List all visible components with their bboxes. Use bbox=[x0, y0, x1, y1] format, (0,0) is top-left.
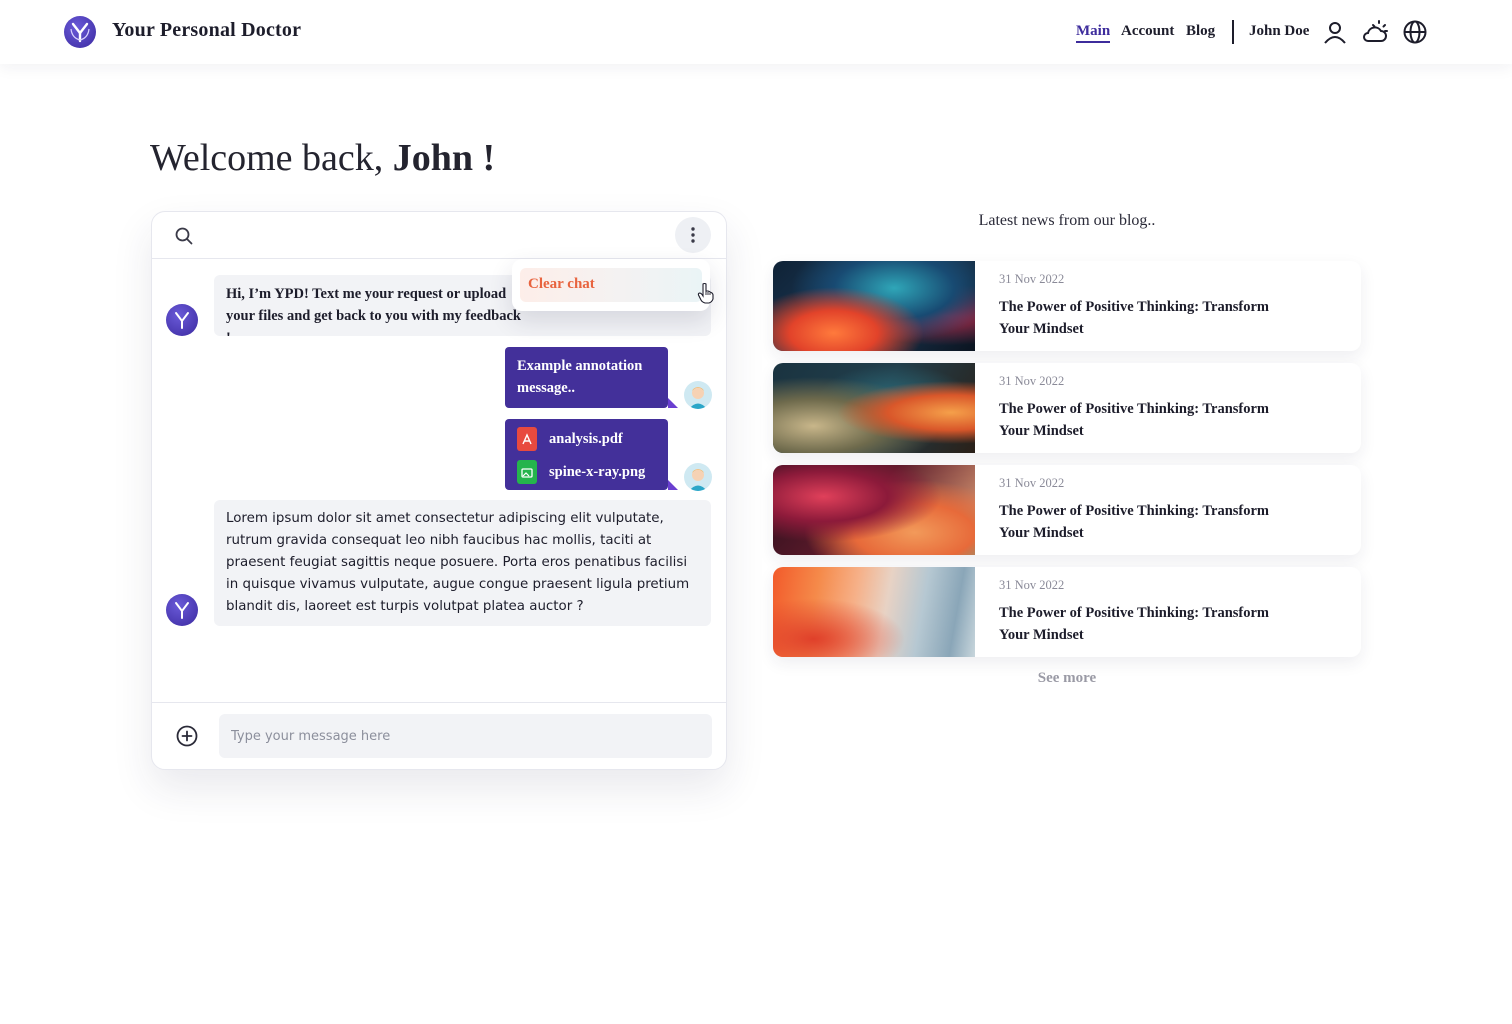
nav-main[interactable]: Main bbox=[1076, 23, 1111, 43]
bot-message-text: Hi, I’m YPD! Text me your request or upl… bbox=[226, 286, 521, 336]
bot-message-text: Lorem ipsum dolor sit amet consectetur a… bbox=[226, 511, 690, 614]
search-icon[interactable] bbox=[174, 226, 194, 251]
blog-card-date: 31 Nov 2022 bbox=[999, 272, 1065, 286]
nav-blog[interactable]: Blog bbox=[1186, 23, 1215, 40]
welcome-prefix: Welcome back, bbox=[150, 137, 384, 179]
welcome-name: John ! bbox=[392, 137, 496, 179]
blog-section-title: Latest news from our blog.. bbox=[978, 212, 1156, 229]
user-message-text: Example annotation message.. bbox=[517, 358, 643, 396]
bot-message: Lorem ipsum dolor sit amet consectetur a… bbox=[214, 500, 711, 626]
bot-avatar bbox=[166, 594, 198, 626]
blog-card-title: The Power of Positive Thinking: Transfor… bbox=[999, 299, 1270, 337]
blog-card-date: 31 Nov 2022 bbox=[999, 374, 1065, 388]
message-tail bbox=[668, 480, 678, 490]
chat-toolbar bbox=[152, 212, 726, 259]
blog-card-date: 31 Nov 2022 bbox=[999, 476, 1065, 490]
welcome-heading: Welcome back, John ! bbox=[150, 136, 495, 180]
user-message: Example annotation message.. bbox=[505, 347, 668, 408]
blog-card-image bbox=[773, 261, 975, 351]
chat-menu-button[interactable] bbox=[675, 217, 711, 253]
blog-card[interactable]: 31 Nov 2022 The Power of Positive Thinki… bbox=[773, 465, 1361, 555]
pdf-file-icon bbox=[517, 427, 537, 451]
message-tail bbox=[668, 398, 678, 408]
blog-card-image bbox=[773, 567, 975, 657]
clear-chat-label: Clear chat bbox=[528, 276, 595, 292]
nav-account[interactable]: Account bbox=[1121, 23, 1174, 40]
chat-menu-dropdown: Clear chat bbox=[512, 259, 710, 311]
brand-name[interactable]: Your Personal Doctor bbox=[112, 19, 301, 42]
nav-divider bbox=[1232, 20, 1234, 44]
blog-card-title: The Power of Positive Thinking: Transfor… bbox=[999, 503, 1270, 541]
user-name[interactable]: John Doe bbox=[1249, 23, 1309, 40]
weather-icon[interactable] bbox=[1362, 19, 1388, 45]
clear-chat-item[interactable]: Clear chat bbox=[520, 268, 702, 302]
blog-card[interactable]: 31 Nov 2022 The Power of Positive Thinki… bbox=[773, 363, 1361, 453]
user-icon[interactable] bbox=[1322, 19, 1348, 45]
hand-cursor-icon bbox=[697, 282, 715, 309]
see-more-link[interactable]: See more bbox=[773, 670, 1361, 687]
bot-avatar bbox=[166, 304, 198, 336]
blog-card[interactable]: 31 Nov 2022 The Power of Positive Thinki… bbox=[773, 567, 1361, 657]
attachment-pdf-name: analysis.pdf bbox=[549, 431, 623, 447]
blog-card-image bbox=[773, 363, 975, 453]
blog-card-image bbox=[773, 465, 975, 555]
globe-icon[interactable] bbox=[1402, 19, 1428, 45]
add-attachment-button[interactable] bbox=[176, 725, 198, 752]
ypd-logo-icon[interactable] bbox=[64, 16, 96, 48]
image-file-icon bbox=[517, 460, 537, 484]
user-avatar bbox=[684, 381, 712, 409]
attachment-image-name: spine-x-ray.png bbox=[549, 464, 646, 480]
user-avatar bbox=[684, 463, 712, 491]
blog-card-date: 31 Nov 2022 bbox=[999, 578, 1065, 592]
top-navbar: Your Personal Doctor Main Account Blog J… bbox=[0, 0, 1512, 64]
more-vertical-icon bbox=[691, 227, 695, 243]
chat-panel: Clear chat Hi, I’m YPD! Text me your req… bbox=[151, 211, 727, 770]
message-input[interactable] bbox=[219, 714, 712, 758]
blog-card-title: The Power of Positive Thinking: Transfor… bbox=[999, 605, 1270, 643]
blog-card-title: The Power of Positive Thinking: Transfor… bbox=[999, 401, 1270, 439]
user-attachments-message: analysis.pdf spine-x-ray.png bbox=[505, 419, 668, 490]
blog-card[interactable]: 31 Nov 2022 The Power of Positive Thinki… bbox=[773, 261, 1361, 351]
plus-circle-icon bbox=[176, 725, 198, 747]
chat-input-divider bbox=[152, 702, 726, 703]
ypd-logo-icon bbox=[175, 602, 189, 619]
ypd-logo-icon bbox=[175, 312, 189, 329]
